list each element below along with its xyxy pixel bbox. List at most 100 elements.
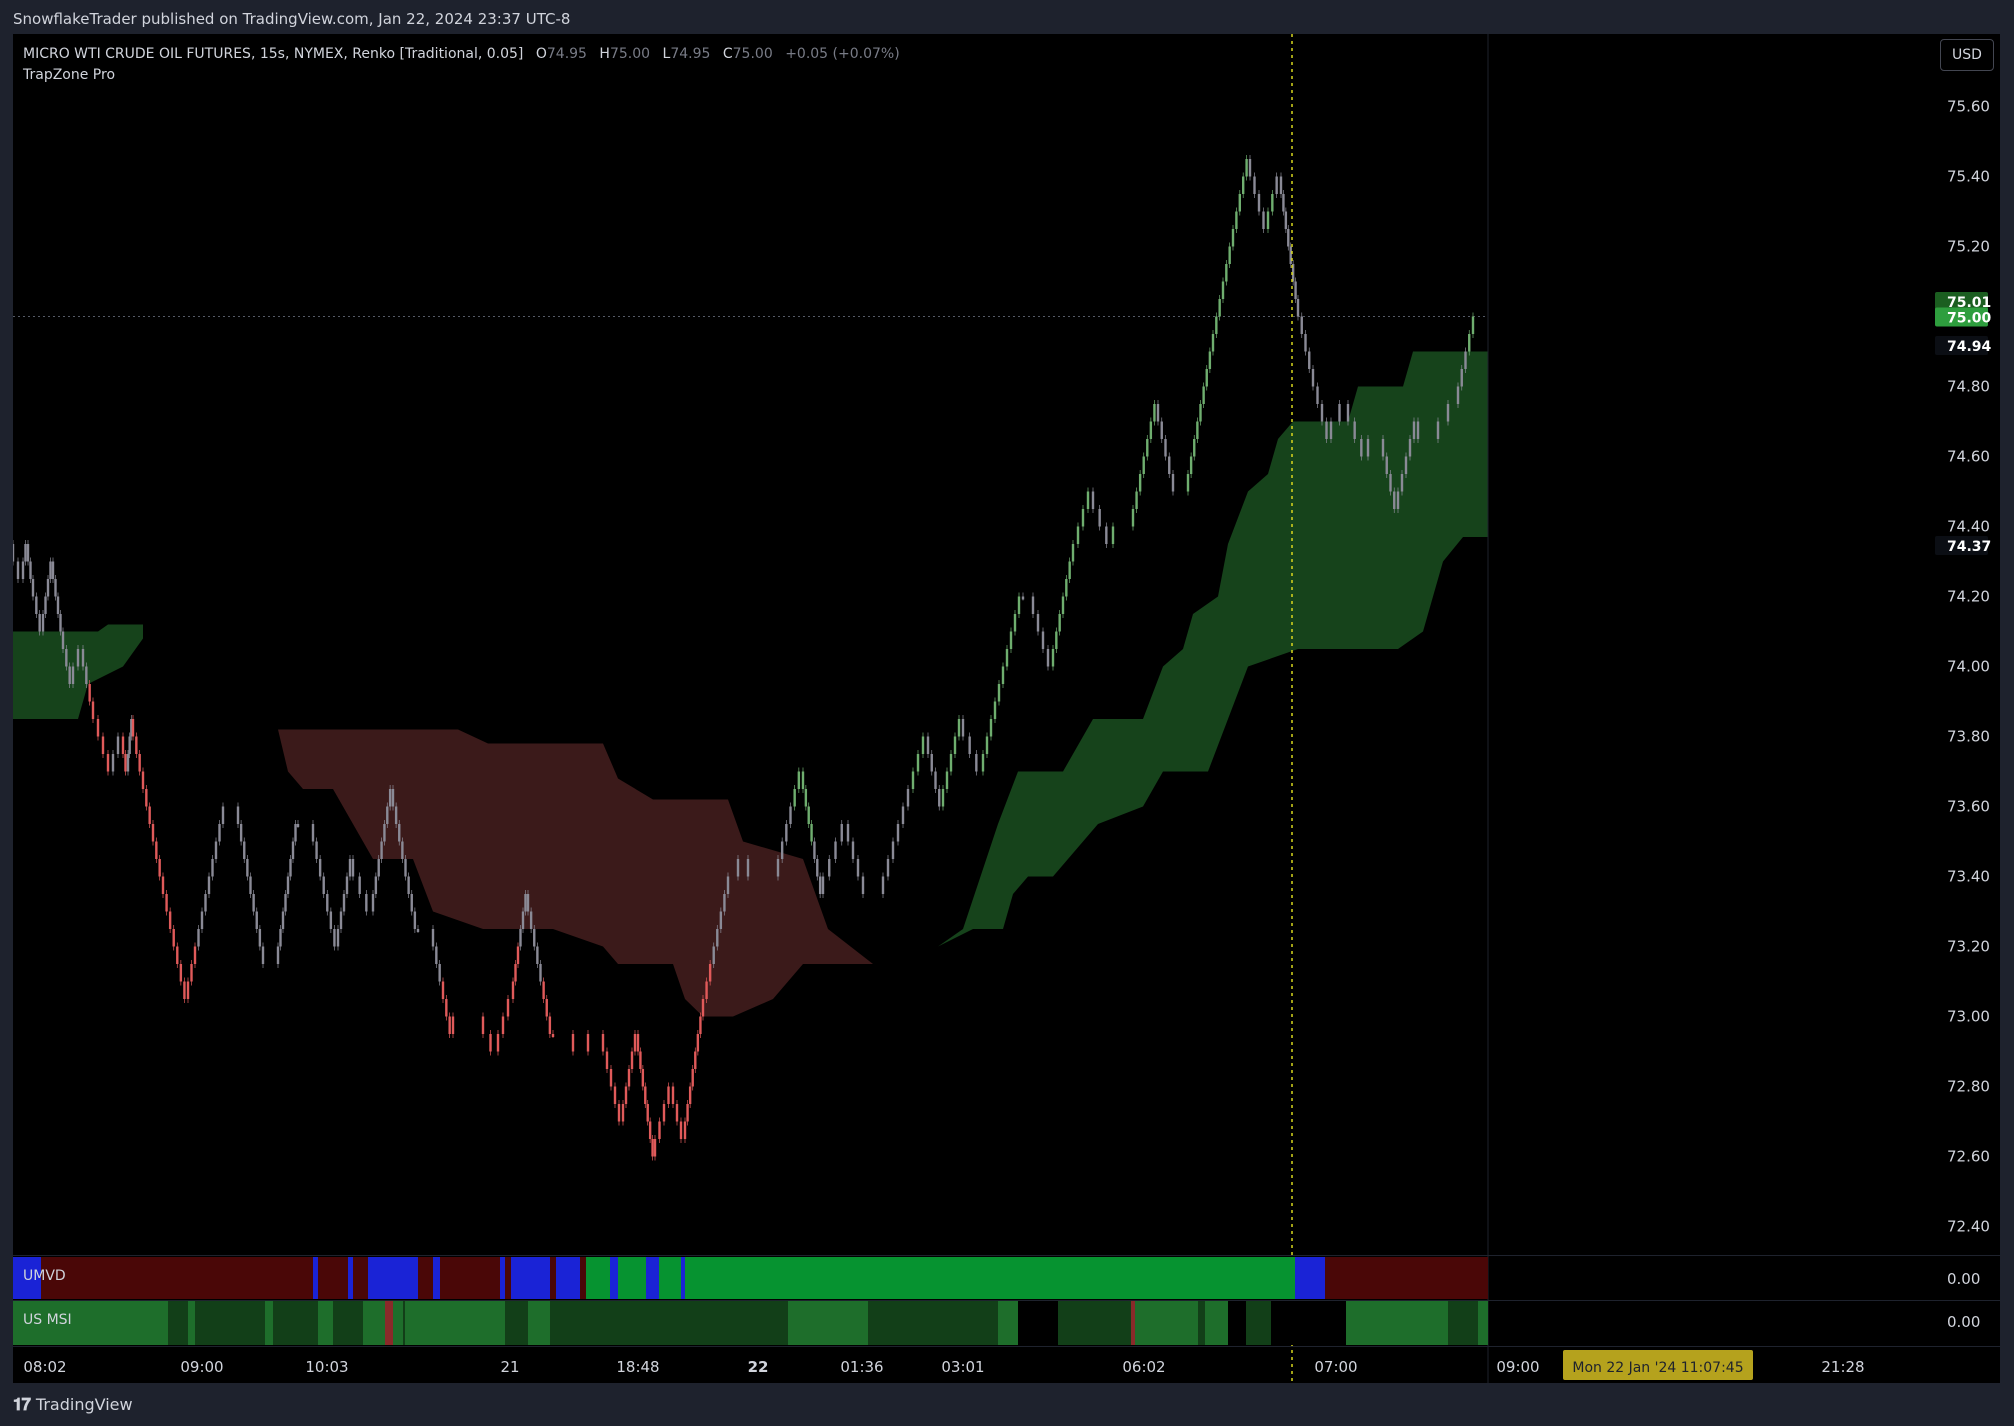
price-tick-label: 73.80 [1947,728,1990,746]
indicator-title[interactable]: TrapZone Pro [23,65,900,86]
footer-brand-label: TradingView [35,1395,133,1414]
high-value: 75.00 [609,46,651,62]
usmsi-bar-segment [363,1301,385,1345]
close-label: C [722,46,733,62]
umvd-bar-segment [586,1257,610,1299]
price-tick-label: 74.20 [1947,588,1990,606]
umvd-bar-segment [681,1257,685,1299]
umvd-bar-segment [348,1257,353,1299]
chart-area[interactable]: 75.60 75.40 75.20 74.80 74.60 74.40 74.20 74.00… [13,34,2000,1383]
umvd-bar-segment [41,1257,313,1299]
usmsi-bar-segment [1018,1301,1058,1345]
high-label: H [599,46,610,62]
usmsi-bar-segment [265,1301,273,1345]
usmsi-bar-segment [1228,1301,1246,1345]
umvd-bar-segment [618,1257,646,1299]
umvd-bar-segment [685,1257,1295,1299]
price-tick-label: 73.60 [1947,798,1990,816]
price-tick-label: 75.40 [1947,168,1990,186]
close-value: 75.00 [732,46,773,62]
umvd-bar-segment [646,1257,659,1299]
trap-zone-green-2 [938,351,1488,947]
umvd-bar-segment [511,1257,550,1299]
umvd-bar-segment [313,1257,318,1299]
usmsi-bar-segment [550,1301,788,1345]
usmsi-bar-segment [168,1301,188,1345]
price-tick-label: 75.60 [1947,98,1990,116]
time-tick-label: 10:03 [305,1358,348,1376]
time-tick-label: 06:02 [1122,1358,1165,1376]
price-tick-label: 73.00 [1947,1008,1990,1026]
price-tick-label: 72.40 [1947,1218,1990,1236]
umvd-bar-segment [418,1257,433,1299]
price-tick-label: 73.40 [1947,868,1990,886]
umvd-bar-segment [318,1257,348,1299]
umvd-pane-label: UMVD [23,1268,66,1284]
usmsi-bar-segment [405,1301,505,1345]
umvd-bar-segment [368,1257,418,1299]
umvd-bar-segment [610,1257,618,1299]
published-header: SnowflakeTrader published on TradingView… [13,10,571,28]
pane-separator [13,1300,2000,1301]
time-tick-label: 22 [748,1358,769,1376]
umvd-bar-segment [353,1257,368,1299]
trap-zone-green-0 [13,624,143,719]
price-label-text: 74.94 [1947,339,1992,355]
price-tick-label: 74.80 [1947,378,1990,396]
price-tick-label: 74.40 [1947,518,1990,536]
price-label-text: 75.00 [1947,311,1992,327]
price-axis-bg [1488,34,2000,1383]
price-tick-label: 73.20 [1947,938,1990,956]
time-tick-label: 01:36 [840,1358,883,1376]
usmsi-pane-label: US MSI [23,1312,72,1328]
price-tick-label: 74.00 [1947,658,1990,676]
time-tick-label: 21 [500,1358,519,1376]
umvd-bar-segment [556,1257,580,1299]
usmsi-bar-segment [998,1301,1018,1345]
price-tick-label: 72.80 [1947,1078,1990,1096]
usmsi-bar-segment [1271,1301,1346,1345]
usmsi-bar-segment [1131,1301,1135,1345]
time-tick-label: 09:00 [1496,1358,1539,1376]
low-value: 74.95 [670,46,711,62]
usmsi-bar-segment [505,1301,528,1345]
price-chart-svg[interactable]: 75.60 75.40 75.20 74.80 74.60 74.40 74.20 74.00… [13,34,2000,1383]
price-tick-label: 74.60 [1947,448,1990,466]
umvd-bar-segment [1295,1257,1325,1299]
usmsi-bar-segment [393,1301,403,1345]
pane-separator [13,1255,2000,1256]
footer-brand[interactable]: 𝟏𝟕 TradingView [13,1390,133,1420]
umvd-bar-segment [500,1257,505,1299]
umvd-bar-segment [505,1257,511,1299]
crosshair-time-label: Mon 22 Jan '24 11:07:45 [1572,1360,1743,1376]
trap-zone-red-1 [278,729,873,1017]
usmsi-bar-segment [528,1301,550,1345]
usmsi-bar-segment [788,1301,868,1345]
umvd-bar-segment [1325,1257,1488,1299]
time-tick-label: 03:01 [941,1358,984,1376]
umvd-pane-value: 0.00 [1947,1270,1981,1288]
usmsi-bar-segment [195,1301,265,1345]
usmsi-pane-value: 0.00 [1947,1313,1981,1331]
open-value: 74.95 [546,46,587,62]
usmsi-bar-segment [1478,1301,1488,1345]
umvd-bar-segment [550,1257,556,1299]
usmsi-bar-segment [333,1301,363,1345]
currency-button[interactable]: USD [1940,39,1994,71]
time-axis-border [13,1346,2000,1347]
usmsi-bar-segment [1135,1301,1198,1345]
umvd-bar-segment [659,1257,681,1299]
time-tick-label: 21:28 [1821,1358,1864,1376]
price-tick-label: 72.60 [1947,1148,1990,1166]
time-tick-label: 07:00 [1314,1358,1357,1376]
umvd-bar-segment [440,1257,500,1299]
symbol-title[interactable]: MICRO WTI CRUDE OIL FUTURES, 15s, NYMEX,… [23,46,523,62]
umvd-bar-segment [433,1257,440,1299]
time-tick-label: 18:48 [616,1358,659,1376]
usmsi-bar-segment [1205,1301,1228,1345]
time-tick-label: 09:00 [180,1358,223,1376]
usmsi-bar-segment [1346,1301,1448,1345]
usmsi-bar-segment [1448,1301,1478,1345]
usmsi-bar-segment [273,1301,318,1345]
usmsi-bar-segment [385,1301,393,1345]
